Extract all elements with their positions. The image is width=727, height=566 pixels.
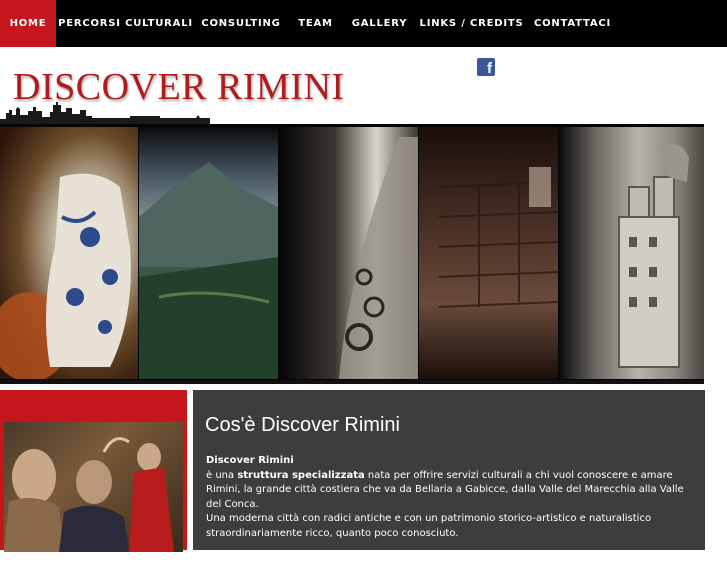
stone-carving-illustration: [339, 137, 418, 379]
paragraph-2: Discover Rimini: [206, 551, 686, 566]
paragraph-1-text-2: Una moderna città con radici antiche e c…: [206, 513, 652, 539]
nav-item-home[interactable]: HOME: [0, 0, 56, 47]
city-skyline-graphic: [0, 102, 210, 125]
paragraph-2-heading: Discover Rimini: [206, 552, 294, 563]
paragraph-1-heading: Discover Rimini: [206, 455, 294, 466]
paragraph-1-lead: è una: [206, 469, 238, 481]
paragraph-1-bold: struttura specializzata: [237, 469, 365, 481]
featured-image-card: [0, 390, 187, 552]
about-title: Cos'è Discover Rimini: [205, 414, 400, 436]
lower-section: Cos'è Discover Rimini Discover Rimini è …: [0, 384, 727, 563]
about-content-box: Cos'è Discover Rimini Discover Rimini è …: [193, 390, 705, 563]
facebook-glyph: f: [487, 60, 492, 76]
nav-item-consulting[interactable]: CONSULTING: [195, 0, 287, 47]
ancient-wall-illustration: [438, 167, 558, 308]
nav-item-team[interactable]: TEAM: [287, 0, 344, 47]
hero-banner: [0, 124, 704, 384]
banner-panel-ancient-wall: [419, 127, 558, 379]
nav-item-percorsi-culturali[interactable]: PERCORSI CULTURALI: [56, 0, 195, 47]
painting-thumbnail[interactable]: [4, 422, 183, 552]
banner-panel-stone-carving: [279, 127, 418, 379]
painting-illustration: [4, 437, 174, 552]
ceramic-jug-illustration: [0, 173, 131, 379]
site-header: DISCOVER RIMINI f: [0, 47, 727, 125]
main-nav: HOME PERCORSI CULTURALI CONSULTING TEAM …: [0, 0, 727, 47]
nav-item-contattaci[interactable]: CONTATTACI: [528, 0, 617, 47]
about-body: Discover Rimini è una struttura speciali…: [206, 454, 686, 566]
nav-item-links-credits[interactable]: LINKS / CREDITS: [415, 0, 528, 47]
banner-panel-relief: [559, 127, 704, 379]
banner-panel-valley: [139, 127, 278, 379]
relief-illustration: [618, 143, 689, 368]
paragraph-1: Discover Rimini è una struttura speciali…: [206, 454, 686, 541]
banner-panel-ceramic-jug: [0, 127, 138, 379]
facebook-icon[interactable]: f: [477, 58, 495, 76]
nav-item-gallery[interactable]: GALLERY: [344, 0, 415, 47]
valley-illustration: [139, 162, 278, 379]
